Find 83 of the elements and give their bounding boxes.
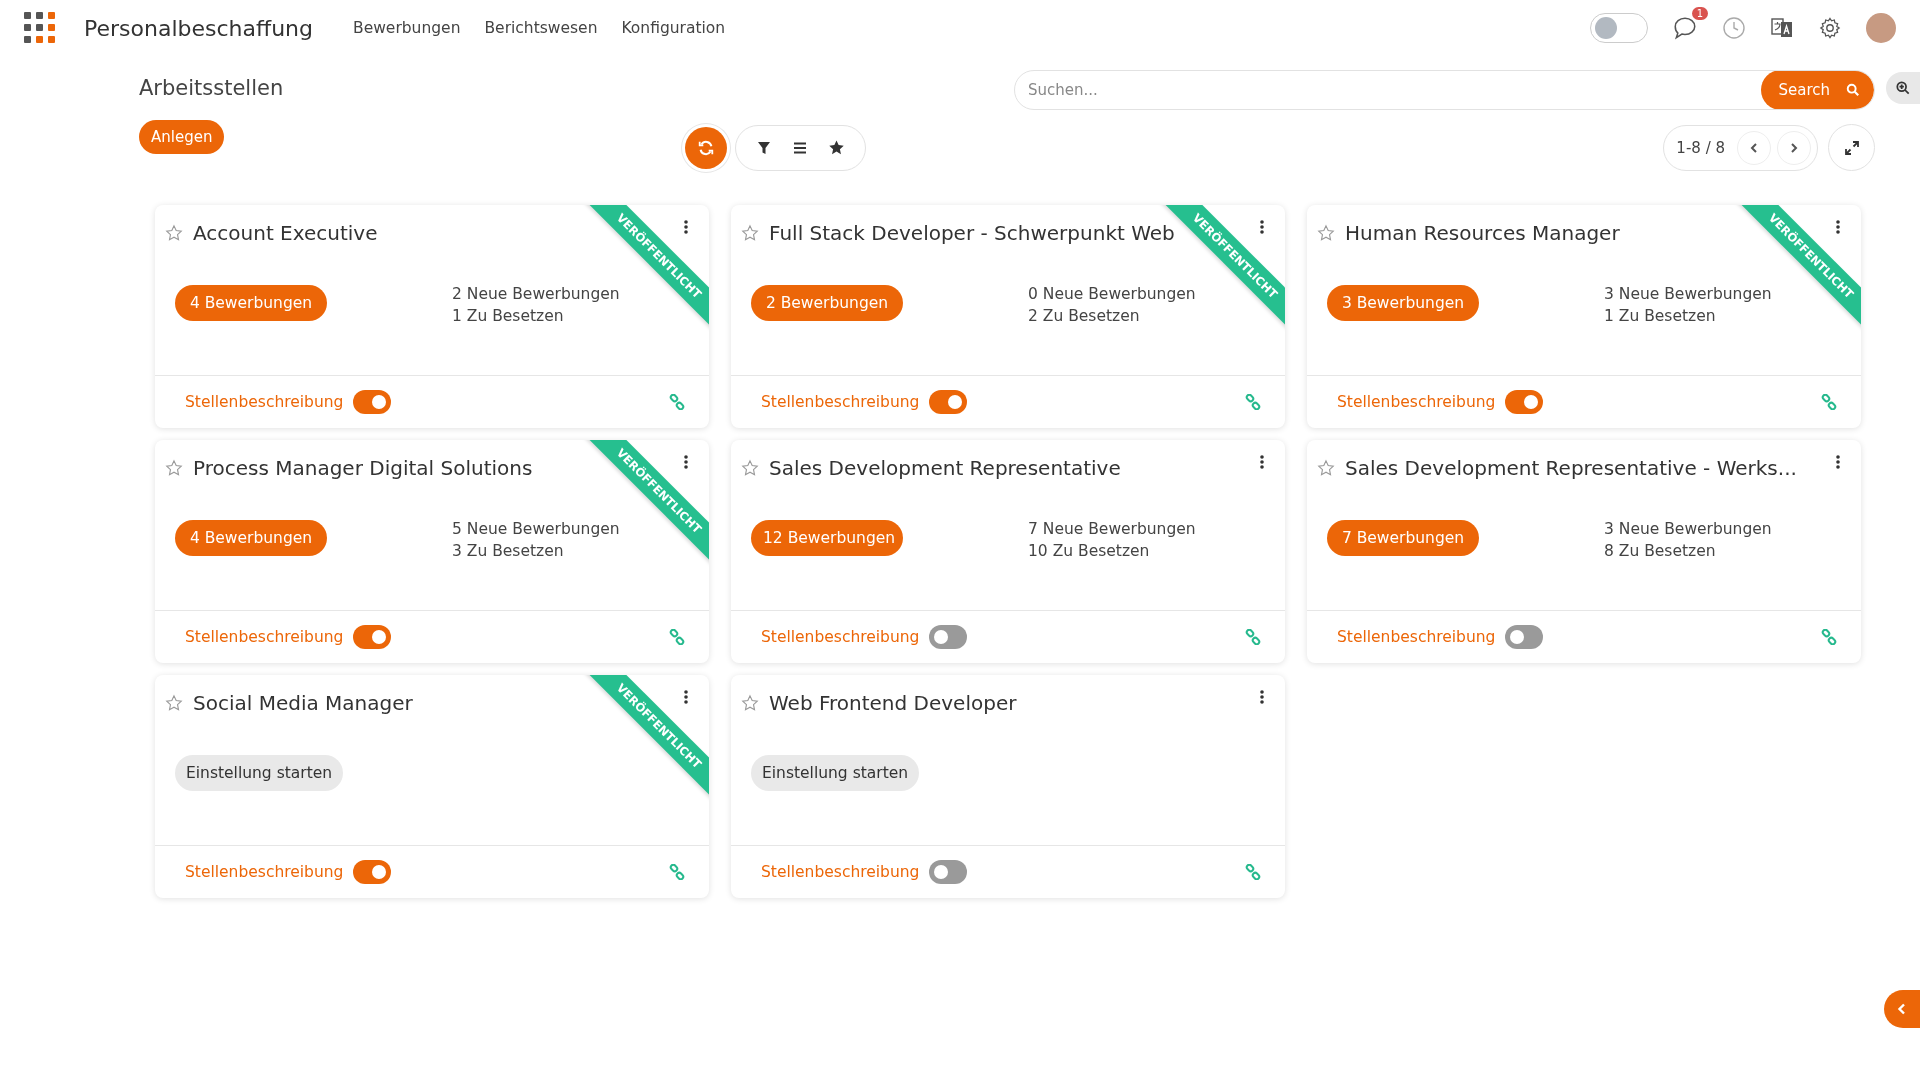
link-icon[interactable] [1821, 629, 1837, 645]
filter-icon[interactable] [756, 139, 772, 156]
menu-item[interactable]: Konfiguration [621, 19, 726, 37]
more-options-icon[interactable] [683, 689, 689, 705]
translate-icon[interactable] [1770, 16, 1794, 40]
favorite-star-icon[interactable] [165, 459, 183, 477]
more-options-icon[interactable] [1259, 454, 1265, 470]
new-applications-count[interactable]: 2 Neue Bewerbungen [452, 285, 620, 303]
job-title[interactable]: Human Resources Manager [1345, 221, 1620, 245]
next-page-button[interactable] [1777, 130, 1811, 165]
search-icon [1846, 83, 1860, 97]
more-options-icon[interactable] [1835, 454, 1841, 470]
link-icon[interactable] [669, 864, 685, 880]
job-title[interactable]: Sales Development Representative - Werks... [1345, 456, 1797, 480]
expand-icon [1844, 140, 1859, 155]
job-description-toggle[interactable] [1505, 625, 1544, 649]
clock-icon[interactable] [1722, 16, 1746, 40]
job-description-toggle[interactable] [929, 625, 968, 649]
expand-button[interactable] [1828, 124, 1875, 171]
app-title: Personalbeschaffung [84, 15, 313, 41]
start-hiring-button[interactable]: Einstellung starten [175, 755, 344, 791]
more-options-icon[interactable] [1259, 689, 1265, 705]
menu-item[interactable]: Berichtswesen [484, 19, 598, 37]
favorite-star-icon[interactable] [1317, 224, 1335, 242]
favorite-star-icon[interactable] [741, 694, 759, 712]
apps-menu-icon[interactable] [24, 12, 56, 44]
open-positions-count: 1 Zu Besetzen [452, 307, 565, 325]
job-title[interactable]: Process Manager Digital Solutions [193, 456, 533, 480]
chat-icon[interactable] [1672, 15, 1698, 41]
user-avatar[interactable] [1866, 13, 1896, 43]
page-title: Arbeitsstellen [139, 76, 284, 100]
job-title[interactable]: Sales Development Representative [769, 456, 1121, 480]
link-icon[interactable] [669, 394, 685, 410]
more-options-icon[interactable] [1259, 219, 1265, 235]
job-description-toggle[interactable] [929, 860, 968, 884]
job-title[interactable]: Social Media Manager [193, 691, 413, 715]
job-title[interactable]: Full Stack Developer - Schwerpunkt Web [769, 221, 1175, 245]
menu-item[interactable]: Bewerbungen [353, 19, 461, 37]
zoom-in-icon [1896, 81, 1910, 95]
more-options-icon[interactable] [1835, 219, 1841, 235]
favorite-star-icon[interactable] [741, 459, 759, 477]
refresh-button[interactable] [685, 126, 727, 169]
star-icon[interactable] [828, 139, 845, 156]
favorite-star-icon[interactable] [165, 224, 183, 242]
mode-toggle[interactable] [1590, 13, 1648, 43]
link-icon[interactable] [669, 629, 685, 645]
favorite-star-icon[interactable] [1317, 459, 1335, 477]
open-positions-count: 10 Zu Besetzen [1028, 542, 1151, 560]
open-positions-count: 2 Zu Besetzen [1028, 307, 1141, 325]
job-title[interactable]: Web Frontend Developer [769, 691, 1017, 715]
favorite-star-icon[interactable] [165, 694, 183, 712]
open-positions-count: 1 Zu Besetzen [1604, 307, 1717, 325]
new-applications-count[interactable]: 0 Neue Bewerbungen [1028, 285, 1196, 303]
job-description-toggle[interactable] [1505, 390, 1544, 414]
settings-icon[interactable] [1818, 16, 1842, 40]
chevron-left-icon [1748, 141, 1760, 154]
job-description-toggle[interactable] [353, 860, 392, 884]
new-applications-count[interactable]: 5 Neue Bewerbungen [452, 520, 620, 538]
pager-range: 1-8 / 8 [1676, 138, 1725, 157]
chevron-left-icon [1896, 1003, 1908, 1015]
new-applications-count[interactable]: 3 Neue Bewerbungen [1604, 285, 1772, 303]
link-icon[interactable] [1245, 864, 1261, 880]
side-panel-button[interactable] [1884, 990, 1920, 1028]
notification-badge: 1 [1691, 7, 1708, 20]
job-title[interactable]: Account Executive [193, 221, 378, 245]
open-positions-count: 8 Zu Besetzen [1604, 542, 1717, 560]
favorite-star-icon[interactable] [741, 224, 759, 242]
more-options-icon[interactable] [683, 454, 689, 470]
more-options-icon[interactable] [683, 219, 689, 235]
job-description-toggle[interactable] [353, 390, 392, 414]
job-description-toggle[interactable] [929, 390, 968, 414]
open-positions-count: 3 Zu Besetzen [452, 542, 565, 560]
chevron-right-icon [1788, 141, 1800, 154]
new-applications-count[interactable]: 7 Neue Bewerbungen [1028, 520, 1196, 538]
zoom-in-button[interactable] [1886, 72, 1920, 104]
refresh-icon [697, 138, 715, 157]
new-applications-count[interactable]: 3 Neue Bewerbungen [1604, 520, 1772, 538]
previous-page-button[interactable] [1737, 130, 1771, 165]
link-icon[interactable] [1245, 629, 1261, 645]
link-icon[interactable] [1245, 394, 1261, 410]
link-icon[interactable] [1821, 394, 1837, 410]
job-description-toggle[interactable] [353, 625, 392, 649]
start-hiring-button[interactable]: Einstellung starten [751, 755, 920, 791]
